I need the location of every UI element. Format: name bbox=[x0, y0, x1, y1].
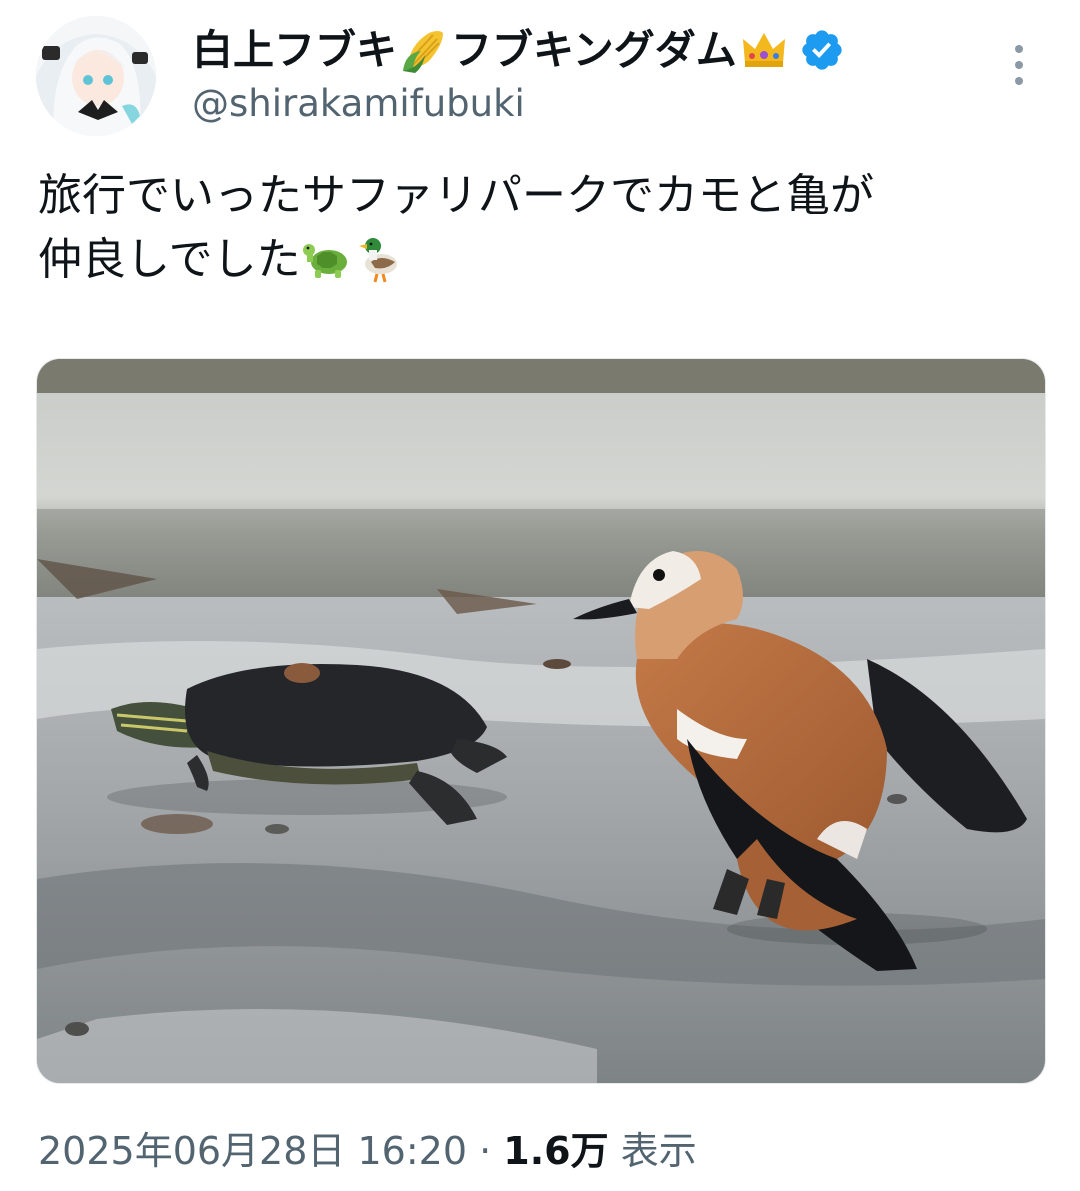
tweet-text-line-2: 仲良しでした bbox=[38, 234, 301, 285]
verified-badge-icon[interactable] bbox=[799, 27, 845, 73]
tweet-text-line-2-wrap: 仲良しでした bbox=[38, 228, 1048, 292]
views-count: 1.6万 bbox=[503, 1129, 609, 1173]
more-options-icon[interactable] bbox=[1004, 40, 1034, 90]
corn-icon bbox=[399, 25, 449, 75]
crown-icon bbox=[739, 25, 789, 75]
tweet-meta: 2025年06月28日 16:20 · 1.6万 表示 bbox=[38, 1124, 697, 1178]
tweet-text: 旅行でいったサファリパークでカモと亀が 仲良しでした bbox=[38, 164, 1048, 292]
avatar[interactable] bbox=[36, 16, 156, 136]
tweet-photo[interactable] bbox=[36, 358, 1046, 1084]
dot bbox=[1015, 45, 1023, 53]
tweet: 白上フブキ フブキングダム @shirakamifubuki 旅行でいったサファ… bbox=[0, 0, 1080, 1191]
views-label: 表示 bbox=[620, 1129, 697, 1173]
avatar-illustration bbox=[36, 16, 156, 136]
display-name-row[interactable]: 白上フブキ フブキングダム bbox=[192, 24, 845, 76]
dot bbox=[1015, 61, 1023, 69]
dot bbox=[1015, 77, 1023, 85]
meta-separator: · bbox=[479, 1129, 492, 1173]
display-name-2: フブキングダム bbox=[451, 26, 737, 74]
timestamp[interactable]: 2025年06月28日 16:20 bbox=[38, 1129, 467, 1173]
user-handle[interactable]: @shirakamifubuki bbox=[192, 80, 525, 128]
display-name: 白上フブキ bbox=[192, 26, 397, 74]
turtle-icon bbox=[301, 232, 353, 284]
tweet-text-line-1: 旅行でいったサファリパークでカモと亀が bbox=[38, 170, 874, 221]
turtle-and-duck-photo bbox=[37, 359, 1045, 1083]
duck-icon bbox=[353, 232, 405, 284]
